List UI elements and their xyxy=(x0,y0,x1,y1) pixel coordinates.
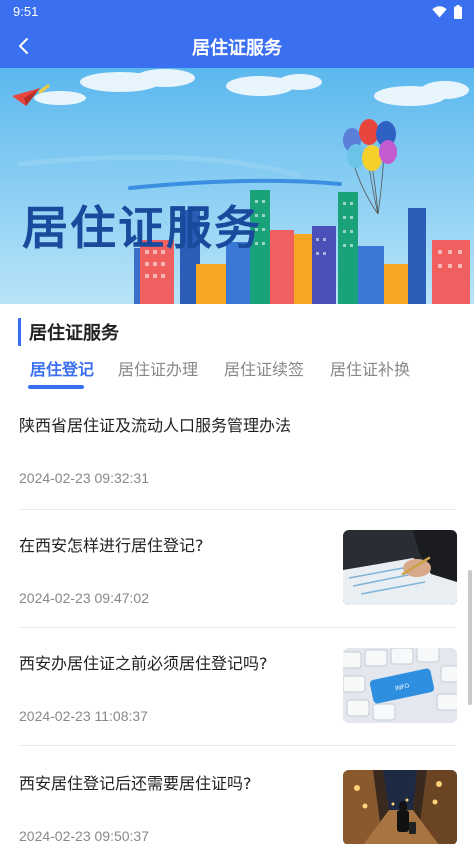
banner-headline: 居住证服务 xyxy=(22,201,262,255)
hero-banner: 居住证服务 xyxy=(0,68,474,304)
list-item[interactable]: 西安办居住证之前必须居住登记吗? 2024-02-23 11:08:37 INF… xyxy=(0,628,474,746)
article-date: 2024-02-23 11:08:37 xyxy=(19,708,148,724)
street-traveler-photo xyxy=(343,770,457,844)
keyboard-key-photo: INFO xyxy=(343,648,457,723)
article-date: 2024-02-23 09:47:02 xyxy=(19,590,149,606)
list-item[interactable]: 在西安怎样进行居住登记? 2024-02-23 09:47:02 xyxy=(0,510,474,628)
status-time: 9:51 xyxy=(13,4,39,19)
signing-document-photo xyxy=(343,530,457,605)
article-date: 2024-02-23 09:32:31 xyxy=(19,470,149,486)
section-title: 居住证服务 xyxy=(29,323,119,344)
article-title: 西安居住登记后还需要居住证吗? xyxy=(19,774,252,793)
tab-permit-renewal[interactable]: 居住证续签 xyxy=(224,356,304,380)
status-icons xyxy=(432,5,462,19)
battery-icon xyxy=(454,5,462,19)
article-title: 在西安怎样进行居住登记? xyxy=(19,536,204,555)
tab-permit-application[interactable]: 居住证办理 xyxy=(118,356,198,380)
category-tabs: 居住登记 居住证办理 居住证续签 居住证补换 xyxy=(18,356,458,390)
list-item[interactable]: 陕西省居住证及流动人口服务管理办法 2024-02-23 09:32:31 xyxy=(0,392,474,510)
active-tab-indicator xyxy=(28,385,84,389)
list-item[interactable]: 西安居住登记后还需要居住证吗? 2024-02-23 09:50:37 xyxy=(0,746,474,844)
tab-permit-replacement[interactable]: 居住证补换 xyxy=(330,356,410,380)
wifi-icon xyxy=(432,6,447,18)
article-thumbnail: INFO xyxy=(343,648,457,723)
page-title: 居住证服务 xyxy=(192,38,282,59)
article-thumbnail xyxy=(343,530,457,605)
banner-illustration xyxy=(0,68,474,304)
section-accent-bar xyxy=(18,318,21,346)
article-date: 2024-02-23 09:50:37 xyxy=(19,828,149,844)
scrollbar[interactable] xyxy=(468,570,472,705)
status-bar: 9:51 xyxy=(0,0,474,24)
app-bar: 居住证服务 xyxy=(0,24,474,68)
article-title: 陕西省居住证及流动人口服务管理办法 xyxy=(19,416,292,435)
article-title: 西安办居住证之前必须居住登记吗? xyxy=(19,654,268,673)
section-header: 居住证服务 xyxy=(18,318,119,346)
tab-residence-registration[interactable]: 居住登记 xyxy=(30,356,94,380)
article-thumbnail xyxy=(343,770,457,844)
